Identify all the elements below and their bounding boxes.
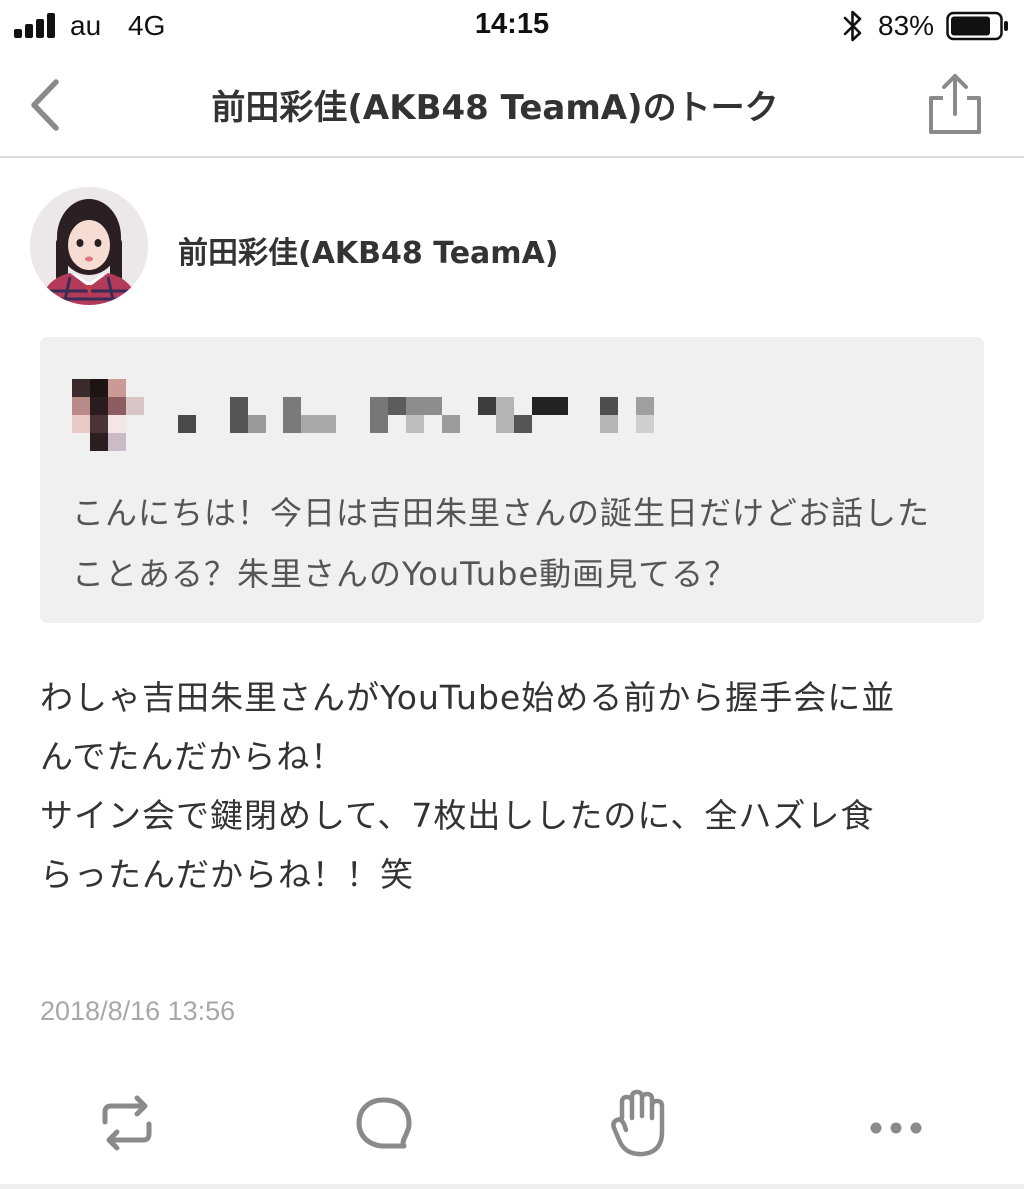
answer-text: わしゃ吉田朱里さんがYouTube始める前から握手会に並 んでたんだからね！ サ… [40, 668, 990, 904]
answer-line: んでたんだからね！ [40, 737, 345, 777]
comment-bubble-icon [356, 1097, 412, 1149]
pixelated-asker-info [70, 377, 690, 452]
battery-percentage: 83% [878, 10, 935, 41]
chevron-left-icon [31, 79, 59, 131]
clap-button[interactable] [595, 1088, 685, 1168]
page-title: 前田彩佳(AKB48 TeamA)のトーク [211, 88, 779, 128]
share-icon [929, 74, 981, 134]
bottom-divider [0, 1184, 1024, 1189]
post-timestamp: 2018/8/16 13:56 [40, 996, 236, 1026]
back-button[interactable] [22, 76, 70, 134]
question-text: こんにちは！今日は吉田朱里さんの誕生日だけどお話したことある？朱里さんのYouT… [72, 494, 931, 594]
avatar-image [30, 187, 148, 305]
quoted-question-card: こんにちは！今日は吉田朱里さんの誕生日だけどお話したことある？朱里さんのYouT… [40, 337, 984, 623]
answer-line: らったんだからね！！笑 [40, 855, 414, 895]
status-time: 14:15 [474, 8, 550, 40]
answer-line: わしゃ吉田朱里さんがYouTube始める前から握手会に並 [40, 678, 896, 717]
navigation-bar: 前田彩佳(AKB48 TeamA)のトーク [0, 52, 1024, 158]
repost-icon [102, 1095, 152, 1151]
author-name[interactable]: 前田彩佳(AKB48 TeamA) [178, 228, 559, 272]
more-options-button[interactable] [851, 1088, 941, 1168]
repost-button[interactable] [82, 1088, 172, 1168]
clap-hand-icon [611, 1089, 665, 1157]
avatar[interactable] [30, 187, 148, 305]
status-bar: au 4G 14:15 83% [0, 0, 1024, 52]
battery-icon [946, 11, 1008, 41]
share-button[interactable] [925, 72, 985, 138]
action-bar [0, 1088, 1024, 1178]
more-dots-icon [870, 1122, 922, 1134]
bluetooth-icon [843, 10, 862, 42]
comment-button[interactable] [339, 1088, 429, 1168]
answer-line: サイン会で鍵閉めして、7枚出ししたのに、全ハズレ食 [40, 796, 875, 836]
